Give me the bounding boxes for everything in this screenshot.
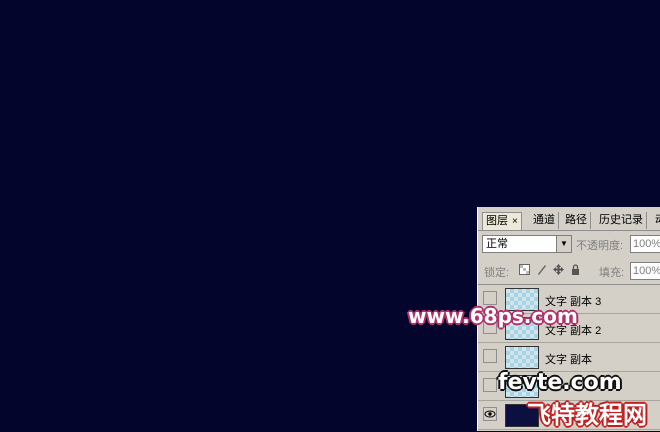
lock-label: 锁定: — [484, 267, 510, 279]
visibility-toggle[interactable] — [483, 291, 497, 305]
visibility-toggle[interactable] — [483, 349, 497, 363]
lock-position-icon[interactable] — [552, 264, 564, 276]
lock-image-pixels-icon[interactable] — [535, 264, 547, 276]
visibility-toggle[interactable] — [483, 378, 497, 392]
tab-history[interactable]: 历史记录 — [596, 212, 647, 229]
tab-layers[interactable]: 图层 × — [482, 212, 522, 230]
lock-all-icon[interactable] — [569, 264, 581, 276]
blend-mode-select[interactable]: 正常 ▼ — [482, 235, 572, 253]
tab-actions[interactable]: 动 — [652, 212, 660, 229]
close-icon[interactable]: × — [512, 216, 518, 227]
opacity-label: 不透明度: — [576, 240, 624, 252]
watermark-fevte-cn: 飞特教程网 — [527, 401, 647, 429]
fill-input[interactable]: 100% — [630, 262, 660, 280]
tab-paths[interactable]: 路径 — [562, 212, 591, 229]
eye-icon[interactable] — [483, 407, 497, 421]
watermark-fevte: fevte.com — [498, 370, 622, 395]
tab-channels[interactable]: 通道 — [530, 212, 559, 229]
fill-label: 填充: — [599, 267, 625, 279]
layer-thumbnail — [505, 346, 539, 369]
layer-row[interactable]: 文字 副本 — [478, 343, 660, 372]
opacity-input[interactable]: 100% — [630, 235, 660, 253]
layer-name: 文字 副本 — [545, 354, 593, 366]
watermark-68ps: www.68ps.com — [408, 304, 578, 328]
chevron-down-icon[interactable]: ▼ — [556, 236, 571, 252]
lock-transparent-pixels-icon[interactable] — [518, 264, 530, 276]
panel-tabs: 图层× 通道 路径 历史记录 动 — [478, 212, 660, 231]
